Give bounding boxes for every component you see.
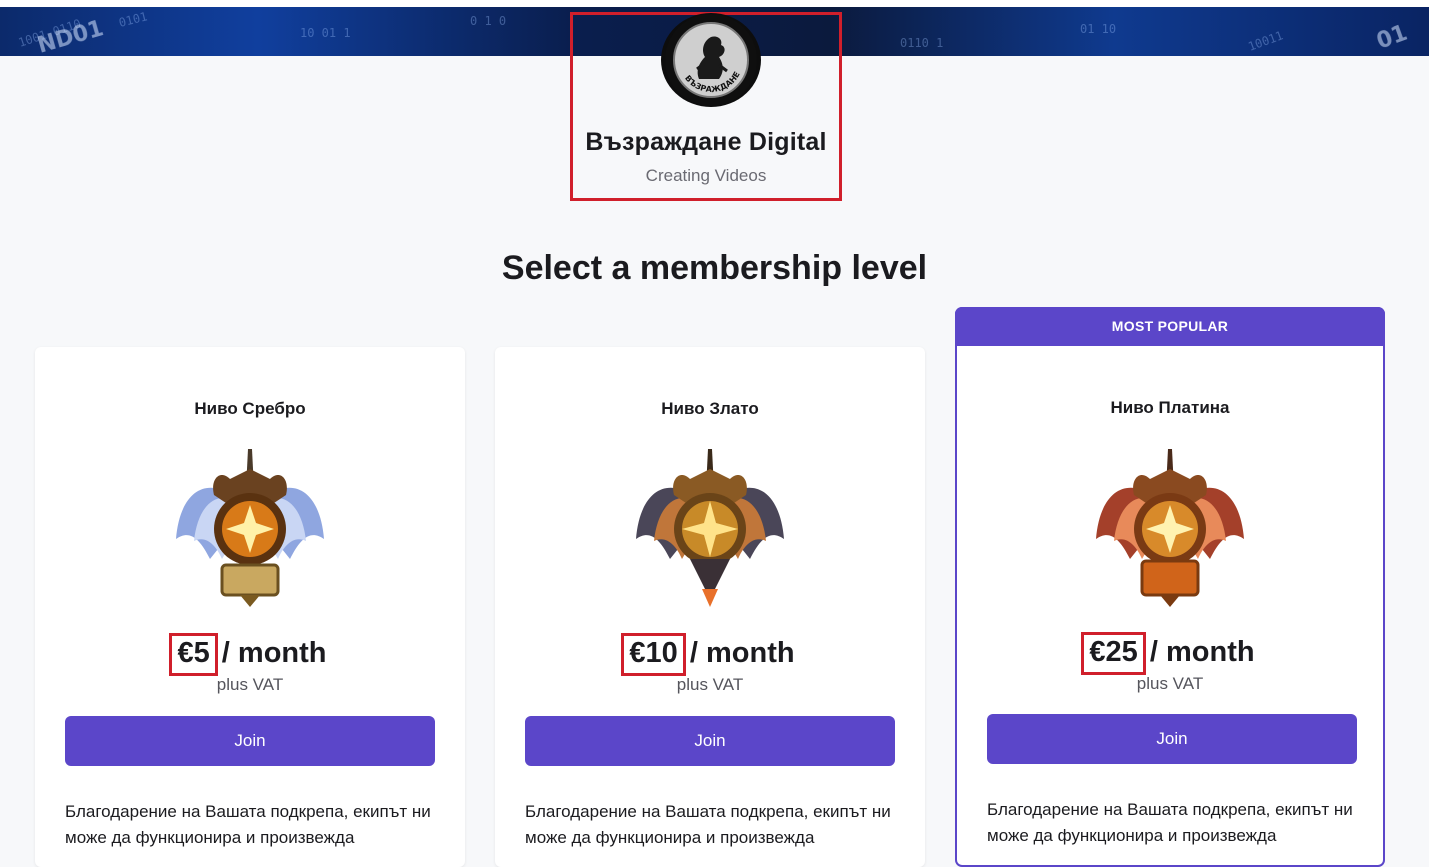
vat-note: plus VAT [676, 675, 744, 694]
creator-avatar[interactable]: ВЪЗРАЖДАНЕ [661, 13, 761, 107]
price-amount: €10 [621, 633, 687, 676]
tier-name: Ниво Платина [1110, 398, 1230, 417]
price-period: / month [681, 637, 795, 669]
creator-header: ВЪЗРАЖДАНЕ Възраждане Digital Creating V… [570, 12, 842, 201]
svg-text:0110 1: 0110 1 [900, 36, 943, 50]
join-button[interactable]: Join [65, 716, 435, 766]
vat-note: plus VAT [1136, 674, 1204, 693]
tier-card-silver: Ниво Сребро €5 / month plus VAT Join Бла… [35, 347, 465, 867]
price-amount: €25 [1081, 632, 1147, 675]
platinum-rank-emblem-icon [1090, 449, 1250, 609]
creator-name: Възраждане Digital [585, 128, 827, 156]
tier-name: Ниво Сребро [194, 399, 306, 418]
price-period: / month [1141, 636, 1255, 668]
tier-description: Благодарение на Вашата подкрепа, екипът … [525, 802, 891, 847]
join-button[interactable]: Join [987, 714, 1357, 764]
gold-rank-emblem-icon [630, 449, 790, 609]
creator-subtitle: Creating Videos [645, 166, 767, 185]
svg-text:0 1 0: 0 1 0 [470, 14, 506, 28]
price-amount: €5 [169, 633, 219, 676]
most-popular-badge: MOST POPULAR [955, 307, 1385, 346]
tier-price: €10 / month [495, 633, 925, 676]
svg-text:01 10: 01 10 [1080, 22, 1116, 36]
svg-text:01: 01 [1374, 21, 1411, 55]
top-border [0, 0, 1429, 7]
tier-price: €25 / month [957, 632, 1383, 675]
svg-text:0101: 0101 [117, 9, 148, 30]
vat-note: plus VAT [216, 675, 284, 694]
tier-description: Благодарение на Вашата подкрепа, екипът … [65, 802, 431, 847]
page-title: Select a membership level [501, 249, 928, 287]
tier-description: Благодарение на Вашата подкрепа, екипът … [987, 800, 1353, 845]
tier-price: €5 / month [35, 633, 465, 676]
tier-card-gold: Ниво Злато €10 / month plus VAT Join Бла… [495, 347, 925, 867]
svg-text:10 01 1: 10 01 1 [300, 26, 351, 40]
tier-name: Ниво Злато [661, 399, 759, 418]
silver-rank-emblem-icon [170, 449, 330, 609]
price-period: / month [213, 637, 327, 669]
svg-text:10011: 10011 [1246, 28, 1285, 54]
tier-card-platinum: MOST POPULAR Ниво Платина €25 / month pl… [955, 307, 1385, 867]
join-button[interactable]: Join [525, 716, 895, 766]
